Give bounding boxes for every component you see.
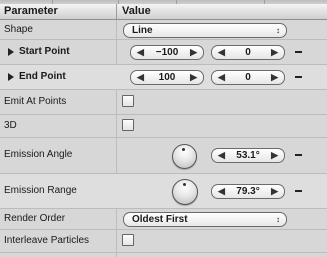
disclosure-triangle-icon[interactable] — [8, 73, 14, 81]
emission-angle-slider[interactable]: ◀ 53.1° ▶ — [211, 148, 285, 163]
right-arrow-icon[interactable]: ▶ — [190, 46, 197, 59]
header-divider — [116, 4, 117, 19]
dial-indicator — [182, 148, 185, 151]
start-point-x-slider[interactable]: ◀ −100 ▶ — [130, 45, 204, 60]
row-end-point: End Point ◀ 100 ▶ ◀ 0 ▶ — [0, 65, 327, 90]
updown-arrow-icon: ↕ — [276, 215, 280, 224]
shape-label: Shape — [4, 24, 33, 35]
row-render-order: Render Order Oldest First ↕ — [0, 209, 327, 230]
shape-value: Line — [132, 25, 153, 36]
updown-arrow-icon: ↕ — [276, 26, 280, 35]
right-arrow-icon[interactable]: ▶ — [271, 46, 278, 59]
render-order-popup[interactable]: Oldest First ↕ — [123, 212, 287, 227]
row-emission-range: Emission Range ◀ 79.3° ▶ — [0, 174, 327, 209]
right-arrow-icon[interactable]: ▶ — [271, 185, 278, 198]
end-point-x-slider[interactable]: ◀ 100 ▶ — [130, 70, 204, 85]
dial-indicator — [183, 183, 186, 186]
row-shape: Shape Line ↕ — [0, 20, 327, 40]
row-3d: 3D — [0, 115, 327, 138]
minus-icon[interactable] — [295, 51, 302, 53]
right-arrow-icon[interactable]: ▶ — [271, 71, 278, 84]
row-emission-angle: Emission Angle ◀ 53.1° ▶ — [0, 138, 327, 174]
right-arrow-icon[interactable]: ▶ — [271, 149, 278, 162]
disclosure-triangle-icon[interactable] — [8, 48, 14, 56]
column-header-value: Value — [122, 5, 151, 17]
emission-angle-dial[interactable] — [172, 144, 197, 169]
emission-range-slider[interactable]: ◀ 79.3° ▶ — [211, 184, 285, 199]
emission-range-label: Emission Range — [4, 185, 77, 196]
emit-at-points-checkbox[interactable] — [122, 95, 134, 107]
interleave-particles-label: Interleave Particles — [4, 235, 90, 246]
minus-icon[interactable] — [295, 76, 302, 78]
minus-icon[interactable] — [295, 154, 302, 156]
column-header-parameter: Parameter — [4, 5, 58, 17]
render-order-value: Oldest First — [132, 214, 188, 225]
render-order-label: Render Order — [4, 213, 66, 224]
interleave-particles-checkbox[interactable] — [122, 234, 134, 246]
end-point-label: End Point — [19, 71, 66, 82]
minus-icon[interactable] — [295, 190, 302, 192]
right-arrow-icon[interactable]: ▶ — [190, 71, 197, 84]
start-point-y-slider[interactable]: ◀ 0 ▶ — [211, 45, 285, 60]
start-point-label: Start Point — [19, 46, 70, 57]
emission-angle-label: Emission Angle — [4, 149, 73, 160]
table-header: Parameter Value — [0, 4, 327, 20]
emit-at-points-label: Emit At Points — [4, 96, 67, 107]
row-start-point: Start Point ◀ −100 ▶ ◀ 0 ▶ — [0, 40, 327, 65]
three-d-checkbox[interactable] — [122, 119, 134, 131]
row-interleave-particles: Interleave Particles — [0, 230, 327, 253]
end-point-y-slider[interactable]: ◀ 0 ▶ — [211, 70, 285, 85]
shape-popup[interactable]: Line ↕ — [123, 23, 287, 38]
emission-range-dial[interactable] — [172, 179, 198, 205]
three-d-label: 3D — [4, 120, 17, 131]
row-emit-at-points: Emit At Points — [0, 90, 327, 115]
